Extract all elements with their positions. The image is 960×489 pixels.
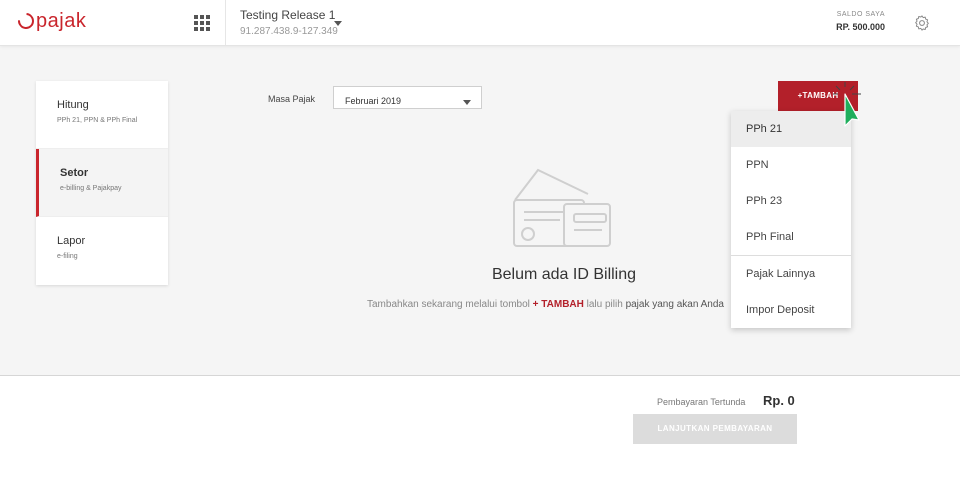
dropdown-item-ppn[interactable]: PPN [731, 147, 851, 183]
pajak-logo-icon [14, 9, 38, 33]
saldo-value: RP. 500.000 [836, 22, 885, 32]
dropdown-item-pajak-lainnya[interactable]: Pajak Lainnya [731, 256, 851, 292]
billing-card-icon [513, 168, 611, 247]
masa-pajak-select[interactable]: Februari 2019 [333, 86, 482, 109]
chevron-down-icon[interactable] [334, 21, 342, 26]
gear-icon[interactable] [913, 14, 931, 32]
tambah-dropdown-menu: PPh 21 PPN PPh 23 PPh Final Pajak Lainny… [731, 111, 851, 328]
sidebar-menu: Hitung PPh 21, PPN & PPh Final Setor e-b… [36, 81, 168, 285]
pending-payment-label: Pembayaran Tertunda [657, 397, 746, 407]
empty-desc-text: lalu pilih [583, 299, 626, 310]
mouse-cursor-icon [833, 82, 861, 127]
company-name: Testing Release 1 [240, 8, 336, 22]
dropdown-item-pph-final[interactable]: PPh Final [731, 219, 851, 255]
masa-pajak-label: Masa Pajak [268, 94, 316, 104]
saldo-label: SALDO SAYA [836, 11, 885, 18]
apps-grid-icon[interactable] [194, 15, 210, 31]
saldo-balance: SALDO SAYA RP. 500.000 [836, 11, 885, 32]
continue-payment-button[interactable]: LANJUTKAN PEMBAYARAN [633, 414, 797, 444]
logo-text: pajak [36, 10, 87, 32]
pajak-logo[interactable]: pajak [14, 9, 87, 33]
sidebar-item-subtitle: e-filing [57, 253, 78, 260]
sidebar-item-subtitle: e-billing & Pajakpay [60, 185, 122, 192]
empty-desc-highlight: + TAMBAH [532, 299, 584, 310]
sidebar-item-title: Hitung [57, 99, 89, 111]
sidebar-item-title: Setor [60, 167, 89, 179]
empty-desc-text: Tambahkan sekarang melalui tombol [367, 299, 533, 310]
sidebar-item-setor[interactable]: Setor e-billing & Pajakpay [36, 149, 168, 217]
dropdown-item-pph23[interactable]: PPh 23 [731, 183, 851, 219]
company-npwp: 91.287.438.9-127.349 [240, 26, 338, 37]
masa-pajak-value: Februari 2019 [345, 96, 402, 106]
sidebar-item-subtitle: PPh 21, PPN & PPh Final [57, 117, 138, 124]
sidebar-item-hitung[interactable]: Hitung PPh 21, PPN & PPh Final [36, 81, 168, 149]
dropdown-item-impor-deposit[interactable]: Impor Deposit [731, 292, 851, 328]
chevron-down-icon [463, 100, 471, 105]
header-divider [225, 0, 226, 45]
pending-payment-value: Rp. 0 [763, 393, 795, 408]
sidebar-item-title: Lapor [57, 235, 86, 247]
company-selector[interactable]: Testing Release 1 91.287.438.9-127.349 [240, 8, 338, 37]
empty-state-description: Tambahkan sekarang melalui tombol + TAMB… [367, 299, 724, 310]
empty-desc-dark: pajak yang akan Anda [625, 299, 724, 310]
top-header: pajak Testing Release 1 91.287.438.9-127… [0, 0, 960, 46]
